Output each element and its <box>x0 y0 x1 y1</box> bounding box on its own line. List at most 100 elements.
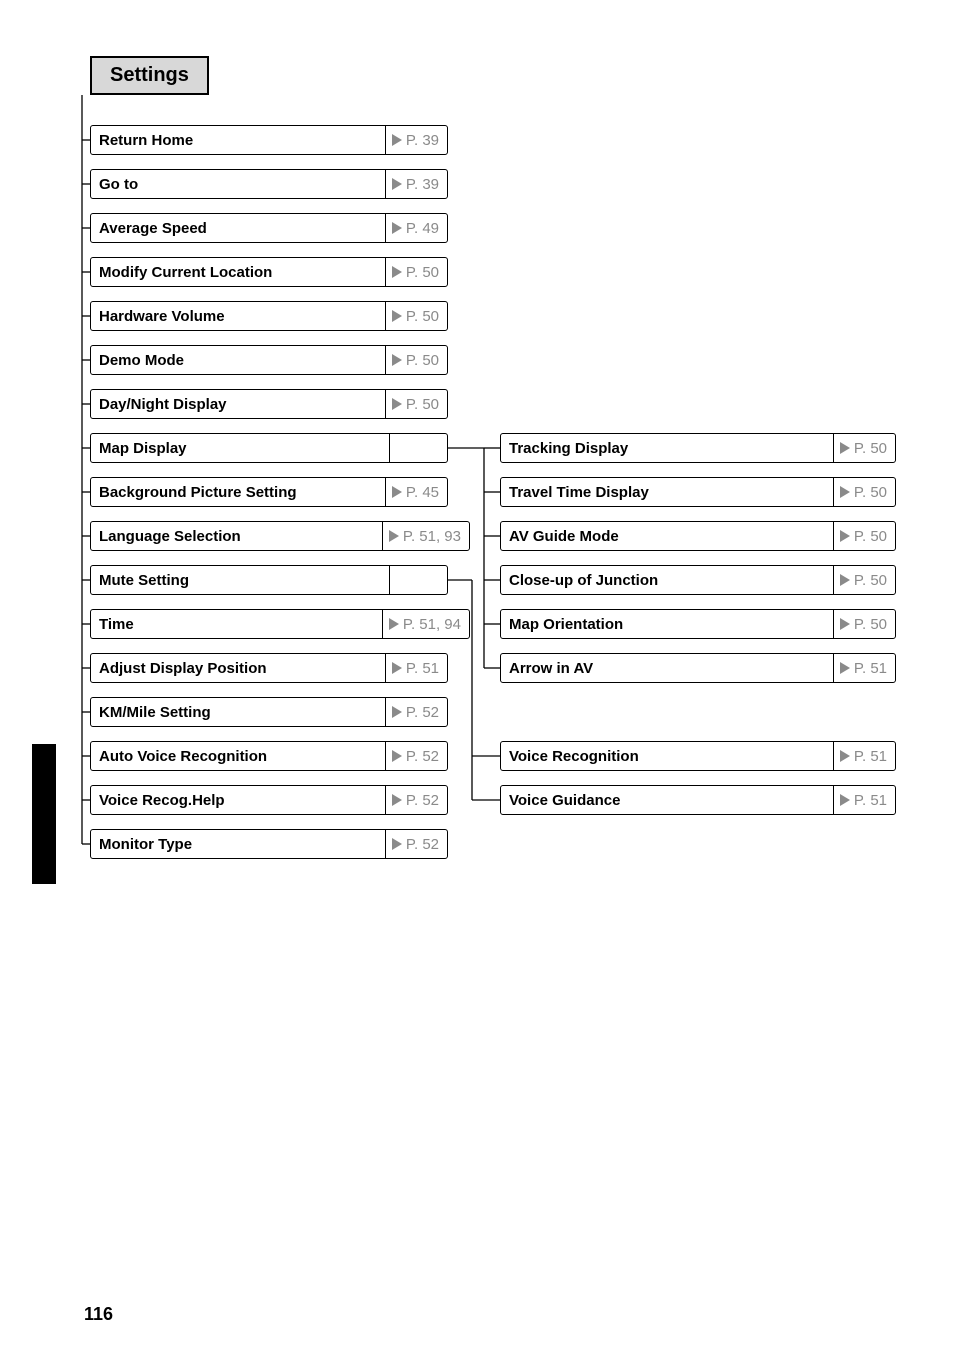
page-ref-text: P. 39 <box>406 132 439 149</box>
page-ref-text: P. 50 <box>854 528 887 545</box>
page-ref-arrow-icon <box>840 486 850 498</box>
page-ref[interactable]: P. 50 <box>833 610 895 638</box>
page-ref-text: P. 50 <box>854 572 887 589</box>
tree-item-label: Return Home <box>91 126 385 154</box>
page-ref-arrow-icon <box>392 706 402 718</box>
tree-item-label: Mute Setting <box>91 566 389 594</box>
page-ref-text: P. 50 <box>406 264 439 281</box>
tree-item[interactable]: Return Home P. 39 <box>90 125 448 155</box>
page-ref[interactable]: P. 39 <box>385 170 447 198</box>
tree-item[interactable]: Time P. 51, 94 <box>90 609 470 639</box>
tree-item[interactable]: Tracking Display P. 50 <box>500 433 896 463</box>
page-ref-arrow-icon <box>392 134 402 146</box>
tree-item[interactable]: Mute Setting <box>90 565 448 595</box>
page-ref-text: P. 51, 93 <box>403 528 461 545</box>
page-ref-arrow-icon <box>840 662 850 674</box>
section-heading: Settings <box>90 56 209 95</box>
page-ref-text: P. 49 <box>406 220 439 237</box>
page-ref[interactable]: P. 39 <box>385 126 447 154</box>
page-ref[interactable]: P. 51 <box>385 654 447 682</box>
tree-item[interactable]: Map OrientationP. 50 <box>500 609 896 639</box>
tree-item[interactable]: Adjust Display Position P. 51 <box>90 653 448 683</box>
page-ref[interactable]: P. 52 <box>385 698 447 726</box>
tree-item-label: KM/Mile Setting <box>91 698 385 726</box>
tree-item[interactable]: Arrow in AVP. 51 <box>500 653 896 683</box>
tree-item-label: Voice Recognition <box>501 742 833 770</box>
tree-item-label: Voice Guidance <box>501 786 833 814</box>
page-ref-text: P. 51 <box>854 660 887 677</box>
tree-item-label: Time <box>91 610 382 638</box>
tree-item-label: Tracking Display <box>501 434 833 462</box>
tree-item-label: Hardware Volume <box>91 302 385 330</box>
page-ref-text: P. 52 <box>406 792 439 809</box>
page-ref[interactable]: P. 50 <box>385 390 447 418</box>
page-ref[interactable]: P. 51 <box>833 742 895 770</box>
page-ref[interactable]: P. 50 <box>833 434 895 462</box>
tree-item[interactable]: Modify Current Location P. 50 <box>90 257 448 287</box>
tree-item-label: Adjust Display Position <box>91 654 385 682</box>
page-ref-text: P. 51 <box>854 748 887 765</box>
page-ref[interactable]: P. 50 <box>833 522 895 550</box>
tree-item[interactable]: Monitor TypeP. 52 <box>90 829 448 859</box>
page-ref-arrow-icon <box>840 442 850 454</box>
tree-item-label: Average Speed <box>91 214 385 242</box>
page-ref[interactable]: P. 50 <box>385 302 447 330</box>
tree-item[interactable]: Travel Time Display P. 50 <box>500 477 896 507</box>
page-ref-arrow-icon <box>392 222 402 234</box>
page-ref-arrow-icon <box>389 618 399 630</box>
tree-item[interactable]: Average Speed P. 49 <box>90 213 448 243</box>
page-ref-arrow-icon <box>840 794 850 806</box>
page-ref[interactable]: P. 45 <box>385 478 447 506</box>
page-ref-text: P. 52 <box>406 748 439 765</box>
tree-item-label: Language Selection <box>91 522 382 550</box>
tree-item[interactable]: Map Display <box>90 433 448 463</box>
page-ref[interactable]: P. 49 <box>385 214 447 242</box>
tree-item[interactable]: Close-up of Junction P. 50 <box>500 565 896 595</box>
page-ref[interactable]: P. 52 <box>385 830 447 858</box>
tree-item[interactable]: Voice Guidance P. 51 <box>500 785 896 815</box>
section-heading-text: Settings <box>110 64 189 86</box>
page-ref[interactable]: P. 51, 93 <box>382 522 469 550</box>
page-ref-arrow-icon <box>392 750 402 762</box>
tree-item[interactable]: Hardware VolumeP. 50 <box>90 301 448 331</box>
page-ref[interactable]: P. 50 <box>833 478 895 506</box>
page-ref-text: P. 51 <box>854 792 887 809</box>
tree-item[interactable]: Auto Voice RecognitionP. 52 <box>90 741 448 771</box>
tree-item-label: Map Display <box>91 434 389 462</box>
tree-item[interactable]: Background Picture SettingP. 45 <box>90 477 448 507</box>
page-ref[interactable]: P. 50 <box>833 566 895 594</box>
tree-item-label: Go to <box>91 170 385 198</box>
tree-item[interactable]: AV Guide ModeP. 50 <box>500 521 896 551</box>
tree-item[interactable]: Go toP. 39 <box>90 169 448 199</box>
tree-item-label: Travel Time Display <box>501 478 833 506</box>
page-ref-arrow-icon <box>392 662 402 674</box>
page-ref[interactable]: P. 51 <box>833 654 895 682</box>
page-ref-text: P. 50 <box>854 440 887 457</box>
tree-item[interactable]: Language Selection P. 51, 93 <box>90 521 470 551</box>
page-ref-text: P. 50 <box>406 352 439 369</box>
page-ref-arrow-icon <box>392 486 402 498</box>
page-ref-arrow-icon <box>392 398 402 410</box>
page-ref[interactable]: P. 52 <box>385 742 447 770</box>
page-ref[interactable]: P. 51 <box>833 786 895 814</box>
page-ref-arrow-icon <box>392 178 402 190</box>
tree-item-label: Modify Current Location <box>91 258 385 286</box>
page-ref[interactable]: P. 52 <box>385 786 447 814</box>
page-ref-empty <box>389 566 447 594</box>
page-ref-text: P. 51 <box>406 660 439 677</box>
page-ref[interactable]: P. 51, 94 <box>382 610 469 638</box>
tree-item[interactable]: KM/Mile SettingP. 52 <box>90 697 448 727</box>
page-ref-text: P. 50 <box>854 484 887 501</box>
page-ref[interactable]: P. 50 <box>385 346 447 374</box>
tree-item[interactable]: Day/Night DisplayP. 50 <box>90 389 448 419</box>
tree-item[interactable]: Voice Recognition P. 51 <box>500 741 896 771</box>
tree-item[interactable]: Demo Mode P. 50 <box>90 345 448 375</box>
tree-item-label: Demo Mode <box>91 346 385 374</box>
page-ref-text: P. 50 <box>854 616 887 633</box>
page-ref-text: P. 51, 94 <box>403 616 461 633</box>
page-ref-arrow-icon <box>392 838 402 850</box>
tree-item[interactable]: Voice Recog.HelpP. 52 <box>90 785 448 815</box>
tree-item-label: Close-up of Junction <box>501 566 833 594</box>
tree-item-label: Background Picture Setting <box>91 478 385 506</box>
page-ref[interactable]: P. 50 <box>385 258 447 286</box>
